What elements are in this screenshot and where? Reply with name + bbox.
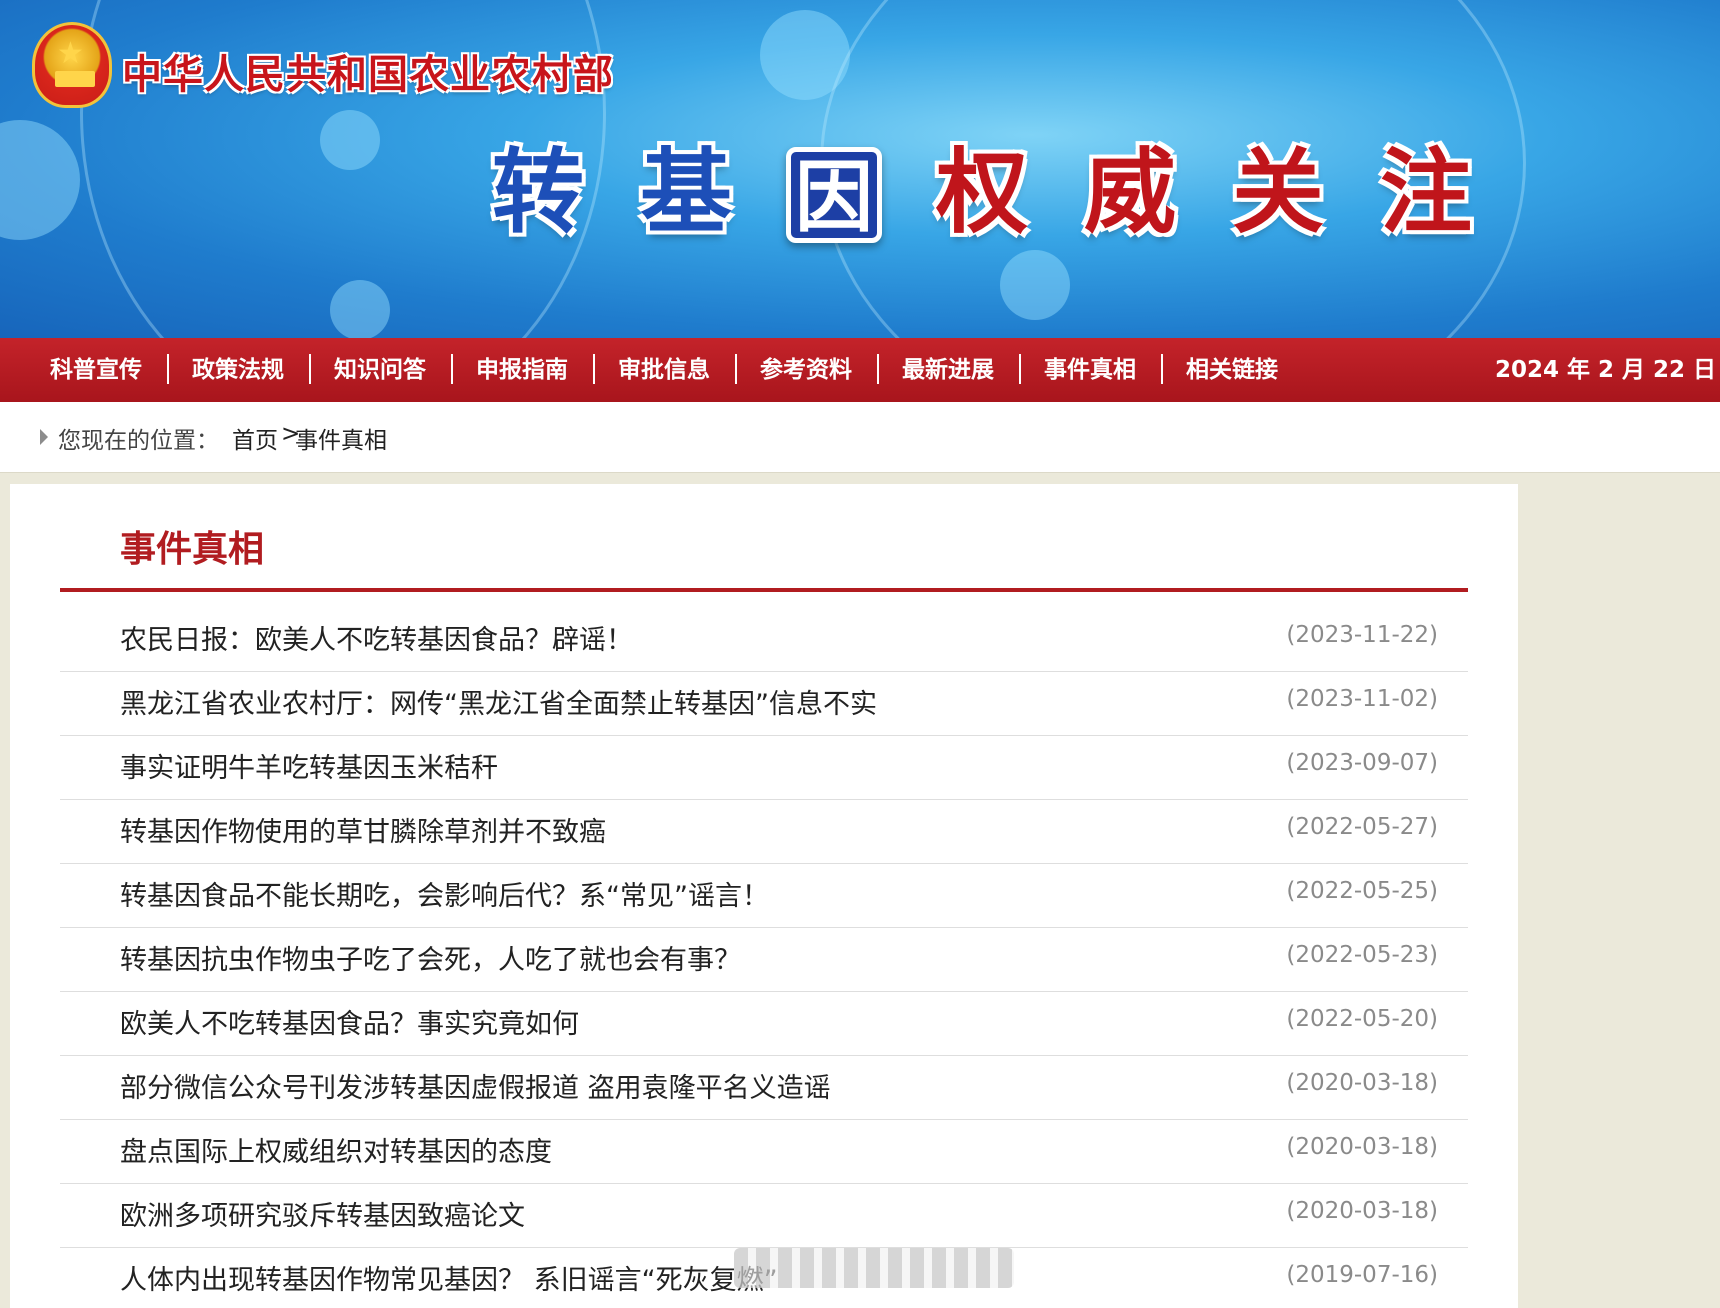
nav-item-zhishi[interactable]: 知识问答 [334,338,426,402]
headline-char: 权 [935,139,1028,246]
title-divider [60,588,1468,592]
national-emblem-icon: ★ [32,22,112,108]
headline-char: 注 [1379,139,1472,246]
headline-char: 关 [1231,139,1324,246]
headline-char: 威 [1083,139,1176,246]
breadcrumb-label: 您现在的位置： [58,428,219,454]
news-title-link[interactable]: 盘点国际上权威组织对转基因的态度 [120,1130,552,1169]
list-item[interactable]: 事实证明牛羊吃转基因玉米秸秆 (2023-09-07) [60,736,1468,800]
nav-divider [593,354,595,384]
news-title-link[interactable]: 转基因抗虫作物虫子吃了会死，人吃了就也会有事？ [120,938,741,977]
news-title-link[interactable]: 事实证明牛羊吃转基因玉米秸秆 [120,746,498,785]
nav-divider [451,354,453,384]
news-date: (2022-05-20) [1286,1006,1438,1032]
list-item[interactable]: 盘点国际上权威组织对转基因的态度 (2020-03-18) [60,1120,1468,1184]
news-date: (2020-03-18) [1286,1070,1438,1096]
nav-divider [735,354,737,384]
news-list: 农民日报：欧美人不吃转基因食品？辟谣！ (2023-11-22) 黑龙江省农业农… [60,608,1468,1308]
news-date: (2020-03-18) [1286,1198,1438,1224]
news-title-link[interactable]: 农民日报：欧美人不吃转基因食品？辟谣！ [120,618,633,657]
nav-divider [167,354,169,384]
list-item[interactable]: 欧洲多项研究驳斥转基因致癌论文 (2020-03-18) [60,1184,1468,1248]
list-item[interactable]: 欧美人不吃转基因食品？事实究竟如何 (2022-05-20) [60,992,1468,1056]
news-title-link[interactable]: 欧洲多项研究驳斥转基因致癌论文 [120,1194,525,1233]
news-date: (2023-11-22) [1286,622,1438,648]
news-title-link[interactable]: 黑龙江省农业农村厅：网传“黑龙江省全面禁止转基因”信息不实 [120,682,877,721]
news-date: (2022-05-25) [1286,878,1438,904]
nav-item-kepu[interactable]: 科普宣传 [50,338,142,402]
headline-char-boxed: 因 [782,140,886,246]
list-item[interactable]: 农民日报：欧美人不吃转基因食品？辟谣！ (2023-11-22) [60,608,1468,672]
nav-divider [309,354,311,384]
ministry-name: 中华人民共和国农业农村部 [122,51,614,98]
nav-item-shenpi[interactable]: 审批信息 [618,338,710,402]
news-date: (2023-09-07) [1286,750,1438,776]
nav-divider [1161,354,1163,384]
content-panel: 事件真相 农民日报：欧美人不吃转基因食品？辟谣！ (2023-11-22) 黑龙… [10,484,1518,1308]
nav-item-zhengce[interactable]: 政策法规 [192,338,284,402]
news-date: (2022-05-23) [1286,942,1438,968]
header-banner: ★ 中华人民共和国农业农村部 转 基 因 权 威 关 注 [0,0,1720,338]
news-title-link[interactable]: 部分微信公众号刊发涉转基因虚假报道 盗用袁隆平名义造谣 [120,1066,831,1105]
headline-char: 转 [491,139,584,246]
news-title-link[interactable]: 人体内出现转基因作物常见基因？ 系旧谣言“死灰复燃” [120,1258,778,1297]
current-date: 2024 年 2 月 22 日 [1494,357,1716,383]
news-date: (2019-07-16) [1286,1262,1438,1288]
nav-item-cankao[interactable]: 参考资料 [760,338,852,402]
list-item[interactable]: 转基因抗虫作物虫子吃了会死，人吃了就也会有事？ (2022-05-23) [60,928,1468,992]
list-item[interactable]: 部分微信公众号刊发涉转基因虚假报道 盗用袁隆平名义造谣 (2020-03-18) [60,1056,1468,1120]
news-date: (2022-05-27) [1286,814,1438,840]
section-title: 事件真相 [120,529,265,570]
news-title-link[interactable]: 转基因食品不能长期吃，会影响后代？系“常见”谣言！ [120,874,769,913]
list-item[interactable]: 转基因食品不能长期吃，会影响后代？系“常见”谣言！ (2022-05-25) [60,864,1468,928]
news-date: (2023-11-02) [1286,686,1438,712]
nav-item-shijian[interactable]: 事件真相 [1044,338,1136,402]
nav-divider [877,354,879,384]
breadcrumb-home-link[interactable]: 首页 [232,421,278,455]
nav-item-zuixin[interactable]: 最新进展 [902,338,994,402]
news-date: (2020-03-18) [1286,1134,1438,1160]
nav-item-xiangguan[interactable]: 相关链接 [1186,338,1278,402]
decor-bubble [0,120,80,240]
breadcrumb: 您现在的位置： 首页 > 事件真相 [0,402,1720,473]
list-item[interactable]: 黑龙江省农业农村厅：网传“黑龙江省全面禁止转基因”信息不实 (2023-11-0… [60,672,1468,736]
image-watermark [734,1248,1014,1288]
breadcrumb-current-link[interactable]: 事件真相 [295,421,387,455]
news-title-link[interactable]: 转基因作物使用的草甘膦除草剂并不致癌 [120,810,606,849]
caret-right-icon [40,429,48,445]
main-nav: 科普宣传 政策法规 知识问答 申报指南 审批信息 参考资料 最新进展 事件真相 … [0,338,1720,402]
headline-char: 基 [639,139,732,246]
nav-divider [1019,354,1021,384]
nav-item-shenbao[interactable]: 申报指南 [476,338,568,402]
list-item[interactable]: 转基因作物使用的草甘膦除草剂并不致癌 (2022-05-27) [60,800,1468,864]
news-title-link[interactable]: 欧美人不吃转基因食品？事实究竟如何 [120,1002,579,1041]
